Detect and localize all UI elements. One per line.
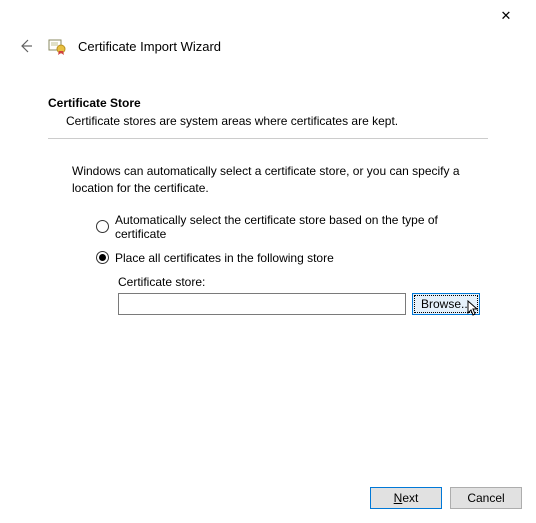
certificate-store-input[interactable] — [118, 293, 406, 315]
certificate-store-block: Certificate store: Browse... — [48, 275, 488, 315]
radio-icon — [96, 220, 109, 233]
radio-group: Automatically select the certificate sto… — [48, 213, 488, 265]
radio-auto-select[interactable]: Automatically select the certificate sto… — [96, 213, 488, 241]
content-area: Certificate Store Certificate stores are… — [0, 56, 536, 315]
radio-manual-label: Place all certificates in the following … — [115, 251, 334, 265]
radio-auto-label: Automatically select the certificate sto… — [115, 213, 488, 241]
next-button[interactable]: Next — [370, 487, 442, 509]
certificate-icon — [48, 37, 66, 55]
certificate-store-row: Browse... — [118, 293, 488, 315]
browse-button[interactable]: Browse... — [412, 293, 480, 315]
close-button[interactable]: ✕ — [486, 2, 526, 30]
footer-buttons: Next Cancel — [370, 487, 522, 509]
cancel-button[interactable]: Cancel — [450, 487, 522, 509]
radio-manual-select[interactable]: Place all certificates in the following … — [96, 251, 488, 265]
divider — [48, 138, 488, 139]
titlebar: ✕ — [0, 0, 536, 32]
section-title: Certificate Store — [48, 96, 488, 110]
cancel-button-label: Cancel — [467, 491, 504, 505]
back-button[interactable] — [16, 36, 36, 56]
certificate-store-label: Certificate store: — [118, 275, 488, 289]
browse-button-label: Browse... — [421, 297, 471, 311]
wizard-title: Certificate Import Wizard — [78, 39, 221, 54]
instruction-text: Windows can automatically select a certi… — [48, 163, 488, 197]
radio-icon — [96, 251, 109, 264]
close-icon: ✕ — [501, 8, 512, 24]
next-button-label: Next — [394, 491, 419, 505]
wizard-header: Certificate Import Wizard — [0, 32, 536, 56]
back-arrow-icon — [18, 38, 34, 54]
section-description: Certificate stores are system areas wher… — [48, 114, 488, 128]
